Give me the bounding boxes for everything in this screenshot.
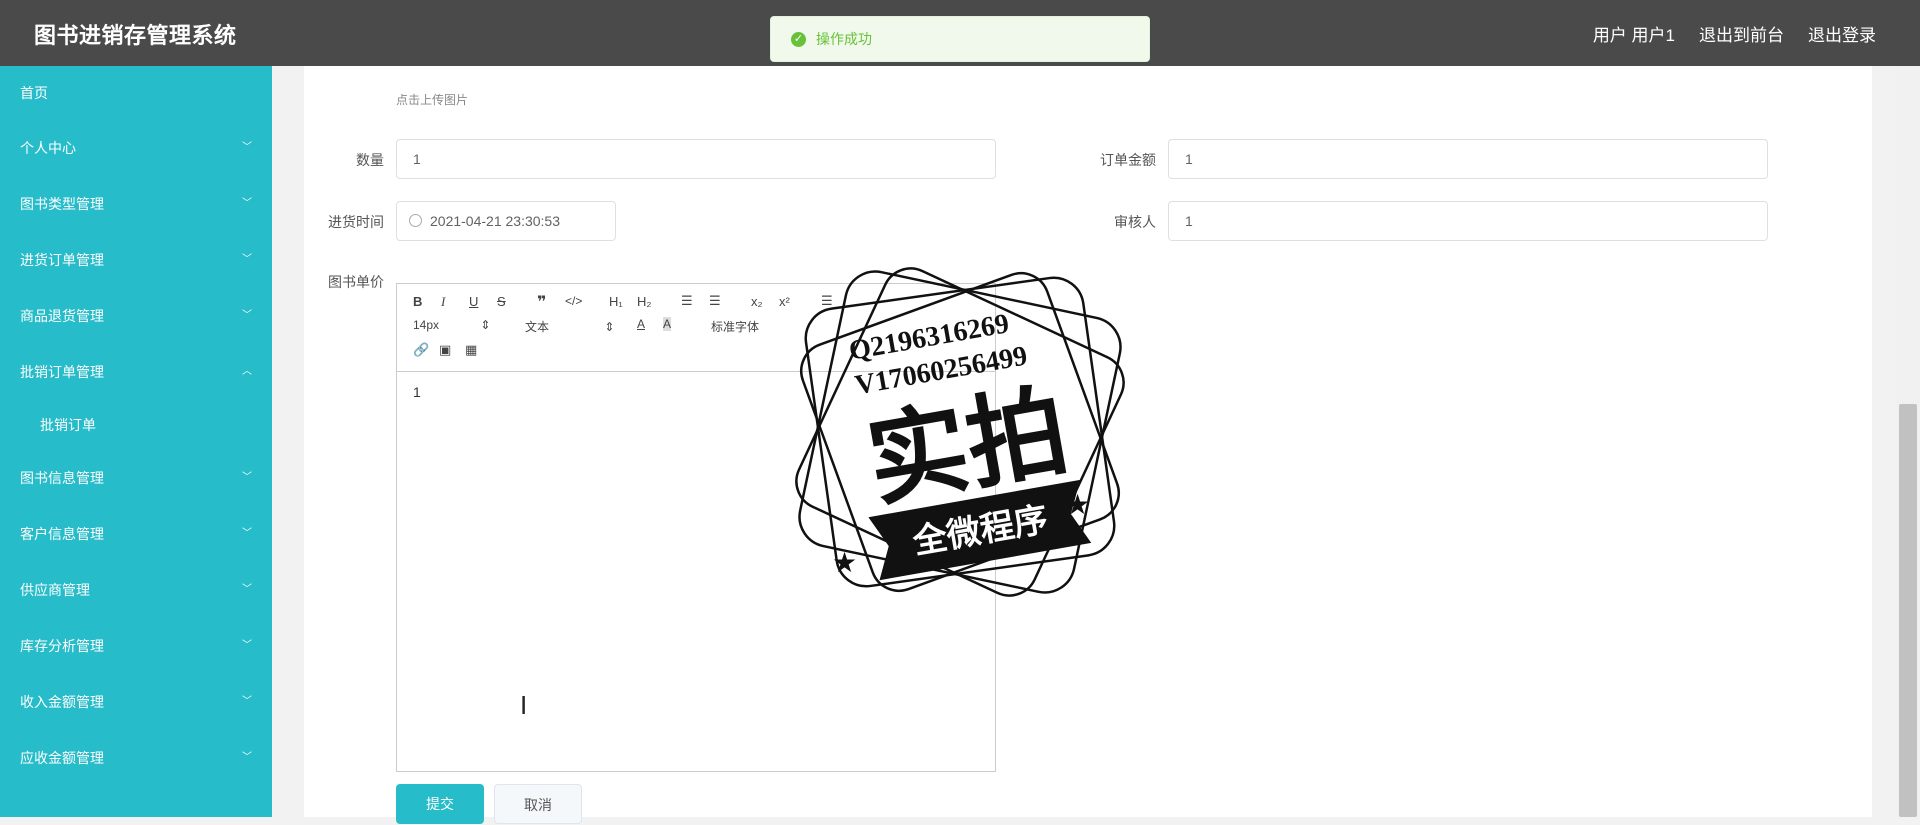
reviewer-label: 审核人 xyxy=(1114,214,1156,230)
sidebar-item-label: 库存分析管理 xyxy=(20,638,104,654)
watermark-stamp: Q2196316269 V17060256499 实拍 全微程序 ★ ★ xyxy=(795,267,1125,597)
sidebar: 首页 个人中心 ﹀ 图书类型管理 ﹀ 进货订单管理 ﹀ 商品退货管理 ﹀ 批销订单管理 ︿… xyxy=(0,66,272,817)
chevron-down-icon: ﹀ xyxy=(242,198,252,209)
sidebar-item-returns[interactable]: 商品退货管理 ﹀ xyxy=(0,288,272,344)
star-icon: ★ xyxy=(1065,489,1090,520)
code-icon[interactable]: </> xyxy=(565,294,582,308)
sidebar-item-personal[interactable]: 个人中心 ﹀ xyxy=(0,120,272,176)
check-circle-icon: ✓ xyxy=(791,31,806,47)
current-user[interactable]: 用户 用户1 xyxy=(1593,21,1675,46)
bullet-list-icon[interactable]: ☰ xyxy=(709,293,721,309)
sidebar-item-label: 客户信息管理 xyxy=(20,526,104,542)
sidebar-item-label: 供应商管理 xyxy=(20,582,90,598)
font-family-select[interactable]: 标准字体 xyxy=(711,318,759,335)
ordered-list-icon[interactable]: ☰ xyxy=(681,293,693,309)
sidebar-item-label: 图书信息管理 xyxy=(20,470,104,486)
chevron-down-icon: ﹀ xyxy=(242,640,252,651)
sidebar-item-inventory[interactable]: 库存分析管理 ﹀ xyxy=(0,618,272,674)
heading2-icon[interactable]: H₂ xyxy=(637,294,651,309)
select-arrows-icon: ⇕ xyxy=(604,320,615,334)
sidebar-item-income[interactable]: 收入金额管理 ﹀ xyxy=(0,674,272,730)
paragraph-select[interactable]: 文本 ⇕ xyxy=(525,318,614,335)
to-front-link[interactable]: 退出到前台 xyxy=(1699,21,1784,46)
sidebar-item-label: 收入金额管理 xyxy=(20,694,104,710)
font-size-value: 14px xyxy=(413,318,440,332)
sidebar-item-label: 首页 xyxy=(20,85,48,101)
sidebar-item-label: 个人中心 xyxy=(20,140,76,156)
cancel-button[interactable]: 取消 xyxy=(494,784,582,824)
star-icon: ★ xyxy=(832,547,857,578)
sidebar-item-book-types[interactable]: 图书类型管理 ﹀ xyxy=(0,176,272,232)
sidebar-item-label: 进货订单管理 xyxy=(20,252,104,268)
time-label: 进货时间 xyxy=(328,214,384,230)
price-label: 图书单价 xyxy=(328,274,384,290)
quantity-input[interactable]: 1 xyxy=(396,139,996,179)
top-right-menu: 用户 用户1 退出到前台 退出登录 xyxy=(1593,21,1876,46)
toast-message: 操作成功 xyxy=(816,31,872,47)
chevron-up-icon: ︿ xyxy=(242,366,252,377)
sidebar-item-label: 应收金额管理 xyxy=(20,750,104,766)
submit-button[interactable]: 提交 xyxy=(396,784,484,824)
video-icon[interactable]: ▦ xyxy=(465,342,477,358)
sidebar-item-suppliers[interactable]: 供应商管理 ﹀ xyxy=(0,562,272,618)
date-time-picker[interactable]: 2021-04-21 23:30:53 xyxy=(396,201,616,241)
sidebar-item-purchase-orders[interactable]: 进货订单管理 ﹀ xyxy=(0,232,272,288)
sidebar-item-book-info[interactable]: 图书信息管理 ﹀ xyxy=(0,450,272,506)
paragraph-value: 文本 xyxy=(525,320,550,334)
success-toast: ✓ 操作成功 xyxy=(770,16,1150,62)
sidebar-subitem-wholesale-orders[interactable]: 批销订单 xyxy=(0,400,272,450)
chevron-down-icon: ﹀ xyxy=(242,528,252,539)
background-color-icon[interactable]: A xyxy=(663,317,672,331)
chevron-down-icon: ﹀ xyxy=(242,752,252,763)
sidebar-item-customers[interactable]: 客户信息管理 ﹀ xyxy=(0,506,272,562)
heading1-icon[interactable]: H₁ xyxy=(609,294,623,309)
select-arrows-icon: ⇕ xyxy=(480,318,491,332)
sidebar-item-label: 批销订单管理 xyxy=(20,364,104,380)
sidebar-item-home[interactable]: 首页 xyxy=(0,66,272,120)
sidebar-item-receivables[interactable]: 应收金额管理 ﹀ xyxy=(0,730,272,786)
sidebar-item-label: 图书类型管理 xyxy=(20,196,104,212)
font-family-value: 标准字体 xyxy=(711,320,760,334)
chevron-down-icon: ﹀ xyxy=(242,472,252,483)
date-time-value: 2021-04-21 23:30:53 xyxy=(430,213,560,229)
upload-tip[interactable]: 点击上传图片 xyxy=(396,91,468,108)
chevron-down-icon: ﹀ xyxy=(242,142,252,153)
sidebar-item-wholesale[interactable]: 批销订单管理 ︿ xyxy=(0,344,272,400)
scrollbar-thumb[interactable] xyxy=(1899,404,1917,817)
sidebar-item-label: 商品退货管理 xyxy=(20,308,104,324)
font-color-icon[interactable]: A xyxy=(637,317,645,331)
image-icon[interactable]: ▣ xyxy=(439,342,451,358)
underline-icon[interactable]: U xyxy=(469,294,478,309)
link-icon[interactable]: 🔗 xyxy=(413,342,429,358)
amount-label: 订单金额 xyxy=(1100,152,1156,168)
chevron-down-icon: ﹀ xyxy=(242,254,252,265)
chevron-down-icon: ﹀ xyxy=(242,696,252,707)
font-size-select[interactable]: 14px ⇕ xyxy=(413,318,490,332)
quantity-label: 数量 xyxy=(356,152,384,168)
amount-input[interactable]: 1 xyxy=(1168,139,1768,179)
sidebar-item-label: 批销订单 xyxy=(40,417,96,433)
chevron-down-icon: ﹀ xyxy=(242,310,252,321)
logout-link[interactable]: 退出登录 xyxy=(1808,21,1876,46)
blockquote-icon[interactable]: ❞ xyxy=(537,292,546,312)
strikethrough-icon[interactable]: S xyxy=(497,294,506,309)
bold-icon[interactable]: B xyxy=(413,294,422,309)
chevron-down-icon: ﹀ xyxy=(242,584,252,595)
app-title: 图书进销存管理系统 xyxy=(34,23,237,48)
clock-icon xyxy=(409,214,422,227)
reviewer-input[interactable]: 1 xyxy=(1168,201,1768,241)
text-cursor-icon: I xyxy=(520,690,528,720)
italic-icon[interactable]: I xyxy=(441,294,445,310)
